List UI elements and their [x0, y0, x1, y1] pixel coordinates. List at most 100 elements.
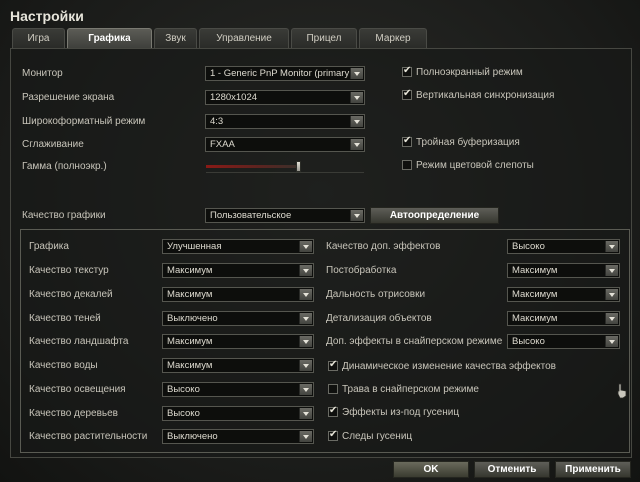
track-effects-checkbox[interactable] [328, 405, 338, 417]
decal-quality-value: Максимум [167, 289, 213, 300]
vegetation-quality-value: Выключено [167, 431, 218, 442]
shadow-quality-value: Выключено [167, 313, 218, 324]
autodetect-button[interactable]: Автоопределение [370, 207, 499, 224]
aa-label: Сглаживание [22, 139, 84, 150]
aa-value: FXAA [210, 139, 235, 150]
apply-button[interactable]: Применить [555, 461, 631, 478]
tree-quality-select[interactable]: Высоко [162, 406, 314, 421]
gamma-slider-fill [206, 165, 298, 168]
water-quality-label: Качество воды [29, 360, 98, 371]
chevron-down-icon [350, 68, 363, 79]
gamma-slider-thumb[interactable] [296, 161, 301, 172]
window-title: Настройки [10, 8, 84, 24]
texture-quality-select[interactable]: Максимум [162, 263, 314, 278]
chevron-down-icon [605, 265, 618, 276]
texture-quality-label: Качество текстур [29, 265, 109, 276]
chevron-down-icon [350, 139, 363, 150]
decal-quality-select[interactable]: Максимум [162, 287, 314, 302]
sniper-grass-checkbox[interactable] [328, 384, 338, 394]
quality-value: Пользовательское [210, 210, 292, 221]
dynamic-effects-checkbox[interactable] [328, 359, 338, 371]
monitor-value: 1 - Generic PnP Monitor (primary [210, 68, 350, 79]
chevron-down-icon [299, 408, 312, 419]
vegetation-quality-label: Качество растительности [29, 431, 148, 442]
texture-quality-value: Максимум [167, 265, 213, 276]
decal-quality-label: Качество декалей [29, 289, 113, 300]
chevron-down-icon [299, 384, 312, 395]
chevron-down-icon [299, 265, 312, 276]
fullscreen-label: Полноэкранный режим [416, 67, 523, 78]
chevron-down-icon [605, 241, 618, 252]
monitor-label: Монитор [22, 68, 63, 79]
widescreen-select[interactable]: 4:3 [205, 114, 365, 129]
lighting-quality-select[interactable]: Высоко [162, 382, 314, 397]
sniper-effects-select[interactable]: Высоко [507, 334, 620, 349]
object-detail-label: Детализация объектов [326, 313, 432, 324]
track-marks-label: Следы гусениц [342, 431, 413, 442]
tab-graphics[interactable]: Графика [67, 28, 152, 49]
ok-button[interactable]: OK [393, 461, 469, 478]
tab-controls[interactable]: Управление [199, 28, 289, 48]
widescreen-label: Широкоформатный режим [22, 116, 146, 127]
terrain-quality-select[interactable]: Максимум [162, 334, 314, 349]
postprocessing-value: Максимум [512, 265, 558, 276]
tab-sight[interactable]: Прицел [291, 28, 357, 48]
sniper-grass-label: Трава в снайперском режиме [342, 384, 479, 395]
extra-effects-quality-value: Высоко [512, 241, 545, 252]
sniper-effects-label: Доп. эффекты в снайперском режиме [326, 336, 503, 347]
vegetation-quality-select[interactable]: Выключено [162, 429, 314, 444]
object-detail-select[interactable]: Максимум [507, 311, 620, 326]
track-marks-checkbox[interactable] [328, 429, 338, 441]
tab-game[interactable]: Игра [12, 28, 65, 48]
tab-sound[interactable]: Звук [154, 28, 197, 48]
resolution-select[interactable]: 1280x1024 [205, 90, 365, 105]
quality-select[interactable]: Пользовательское [205, 208, 365, 223]
draw-distance-label: Дальность отрисовки [326, 289, 426, 300]
chevron-down-icon [299, 289, 312, 300]
extra-effects-quality-select[interactable]: Высоко [507, 239, 620, 254]
terrain-quality-label: Качество ландшафта [29, 336, 129, 347]
chevron-down-icon [350, 92, 363, 103]
gamma-label: Гамма (полноэкр.) [22, 161, 107, 172]
resolution-value: 1280x1024 [210, 92, 258, 103]
quality-label: Качество графики [22, 210, 106, 221]
fullscreen-checkbox[interactable] [402, 65, 412, 77]
aa-select[interactable]: FXAA [205, 137, 365, 152]
widescreen-value: 4:3 [210, 116, 224, 127]
postprocessing-label: Постобработка [326, 265, 397, 276]
terrain-quality-value: Максимум [167, 336, 213, 347]
tree-quality-value: Высоко [167, 408, 200, 419]
resolution-label: Разрешение экрана [22, 92, 115, 103]
chevron-down-icon [299, 313, 312, 324]
monitor-select[interactable]: 1 - Generic PnP Monitor (primary [205, 66, 365, 81]
vsync-checkbox[interactable] [402, 88, 412, 100]
draw-distance-select[interactable]: Максимум [507, 287, 620, 302]
chevron-down-icon [299, 336, 312, 347]
triple-buffering-checkbox[interactable] [402, 135, 412, 147]
vsync-label: Вертикальная синхронизация [416, 90, 555, 101]
chevron-down-icon [605, 289, 618, 300]
water-quality-value: Максимум [167, 360, 213, 371]
chevron-down-icon [299, 360, 312, 371]
cancel-button[interactable]: Отменить [474, 461, 550, 478]
postprocessing-select[interactable]: Максимум [507, 263, 620, 278]
chevron-down-icon [605, 336, 618, 347]
chevron-down-icon [299, 431, 312, 442]
shadow-quality-select[interactable]: Выключено [162, 311, 314, 326]
settings-window: Настройки Игра Графика Звук Управление П… [0, 0, 640, 482]
object-detail-value: Максимум [512, 313, 558, 324]
graphics-select[interactable]: Улучшенная [162, 239, 314, 254]
graphics-label: Графика [29, 241, 69, 252]
gamma-slider-track [206, 172, 364, 173]
colorblind-checkbox[interactable] [402, 160, 412, 170]
extra-effects-quality-label: Качество доп. эффектов [326, 241, 441, 252]
sniper-effects-value: Высоко [512, 336, 545, 347]
draw-distance-value: Максимум [512, 289, 558, 300]
water-quality-select[interactable]: Максимум [162, 358, 314, 373]
graphics-value: Улучшенная [167, 241, 222, 252]
tab-marker[interactable]: Маркер [359, 28, 427, 48]
mouse-cursor-icon [617, 383, 627, 399]
dynamic-effects-label: Динамическое изменение качества эффектов [342, 361, 556, 372]
gamma-slider[interactable] [206, 160, 364, 174]
chevron-down-icon [350, 210, 363, 221]
